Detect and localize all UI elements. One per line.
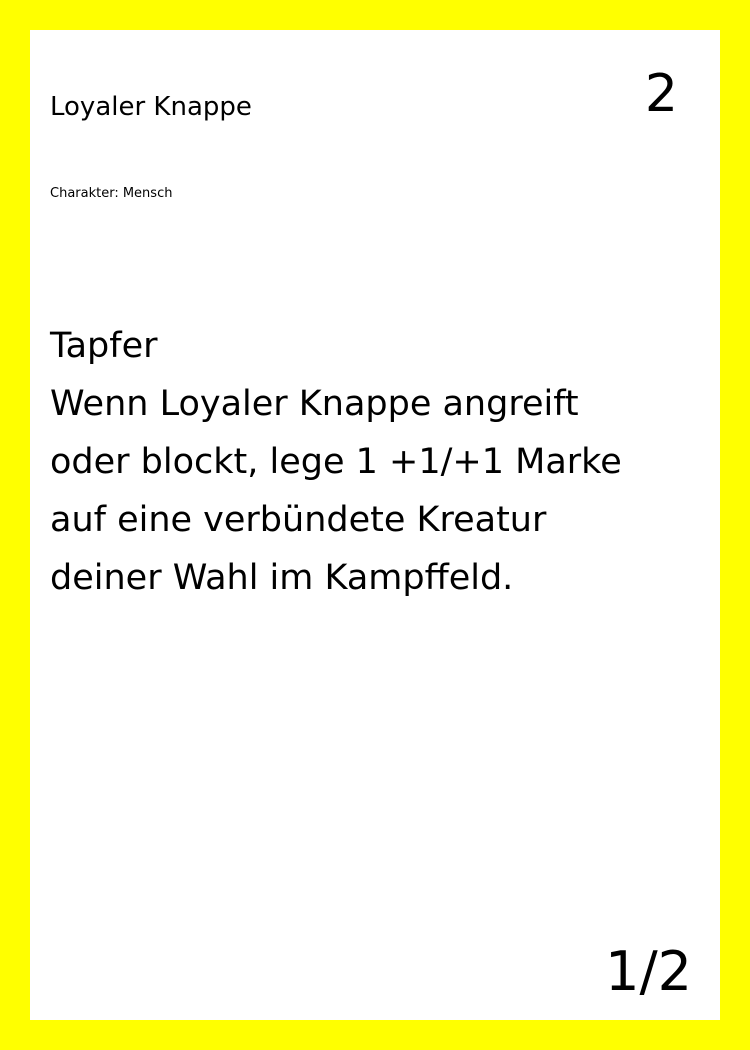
rules-line-keyword: Tapfer <box>50 326 158 366</box>
rules-line: Wenn Loyaler Knappe angreift <box>50 384 579 424</box>
rules-text: Tapfer Wenn Loyaler Knappe angreift oder… <box>50 317 690 607</box>
rules-line: auf eine verbündete Kreatur <box>50 500 547 540</box>
card: Loyaler Knappe 2 Charakter: Mensch Tapfe… <box>30 30 720 1020</box>
rules-line: oder blockt, lege 1 +1/+1 Marke <box>50 442 622 482</box>
card-name: Loyaler Knappe <box>50 92 252 122</box>
rules-line: deiner Wahl im Kampffeld. <box>50 558 514 598</box>
power-toughness: 1/2 <box>605 940 692 1003</box>
card-type-line: Charakter: Mensch <box>50 186 173 201</box>
card-cost: 2 <box>644 64 678 124</box>
